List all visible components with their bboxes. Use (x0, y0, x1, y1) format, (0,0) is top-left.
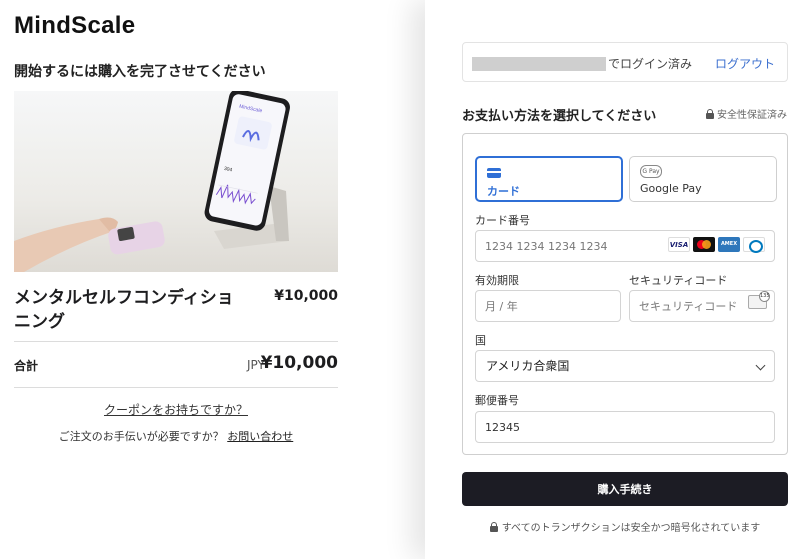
page-heading: 開始するには購入を完了させてください (14, 64, 266, 80)
payment-method-label: カード (487, 185, 520, 198)
purchase-button[interactable]: 購入手続き (462, 472, 788, 506)
diners-icon (743, 237, 765, 253)
checkout-panel: でログイン済み ログアウト お支払い方法を選択してください 安全性保証済み カー… (425, 0, 800, 559)
logout-link[interactable]: ログアウト (715, 55, 775, 72)
product-name: メンタルセルフコンディショニング (14, 288, 234, 332)
help-question: ご注文のお手伝いが必要ですか？ (58, 430, 224, 443)
country-label: 国 (475, 334, 486, 347)
amex-icon: AMEX (718, 237, 740, 252)
card-number-label: カード番号 (475, 214, 530, 227)
chevron-down-icon (755, 360, 766, 371)
brand-logo: MindScale (14, 12, 136, 39)
payment-method-card[interactable]: カード (475, 156, 623, 202)
divider (14, 387, 338, 388)
expiry-label: 有効期限 (475, 274, 519, 287)
secure-badge: 安全性保証済み (706, 106, 787, 121)
product-price: ¥10,000 (274, 288, 338, 304)
cvc-label: セキュリティコード (629, 274, 728, 287)
google-pay-icon: G Pay (640, 165, 662, 178)
product-image: MindScale 304 (14, 91, 338, 272)
coupon-link[interactable]: クーポンをお持ちですか？ (14, 401, 338, 418)
postal-label: 郵便番号 (475, 394, 519, 407)
country-value: アメリカ合衆国 (486, 359, 570, 373)
cvc-digits: 135 (759, 291, 770, 302)
expiry-input[interactable] (475, 290, 621, 322)
total-amount: ¥10,000 (260, 353, 338, 373)
masked-email (472, 57, 606, 71)
order-summary-panel: MindScale 開始するには購入を完了させてください MindScale 3… (0, 0, 425, 559)
secure-badge-text: 安全性保証済み (717, 110, 787, 121)
product-photo-illustration: MindScale 304 (14, 91, 338, 272)
payment-method-google-pay[interactable]: G Pay Google Pay (629, 156, 777, 202)
visa-icon: VISA (668, 237, 690, 252)
credit-card-icon (487, 168, 501, 178)
security-note-text: すべてのトランザクションは安全かつ暗号化されています (501, 523, 761, 534)
country-select[interactable]: アメリカ合衆国 (475, 350, 775, 382)
security-note: すべてのトランザクションは安全かつ暗号化されています (462, 519, 788, 534)
mastercard-icon (693, 237, 715, 252)
payment-form: カード G Pay Google Pay カード番号 VISA AMEX 有効期… (462, 133, 788, 455)
payment-method-label: Google Pay (640, 182, 702, 195)
postal-code-input[interactable] (475, 411, 775, 443)
lock-icon (489, 522, 498, 532)
divider (14, 341, 338, 342)
help-text: ご注文のお手伝いが必要ですか？ お問い合わせ (14, 428, 338, 444)
contact-link[interactable]: お問い合わせ (227, 430, 293, 443)
login-status-box: でログイン済み ログアウト (462, 42, 788, 82)
card-brands: VISA AMEX (668, 237, 765, 253)
payment-method-title: お支払い方法を選択してください (462, 109, 657, 124)
total-label: 合計 (14, 359, 39, 373)
lock-icon (706, 109, 714, 119)
cvc-card-icon: 135 (748, 291, 770, 309)
login-status-text: でログイン済み (608, 57, 693, 71)
